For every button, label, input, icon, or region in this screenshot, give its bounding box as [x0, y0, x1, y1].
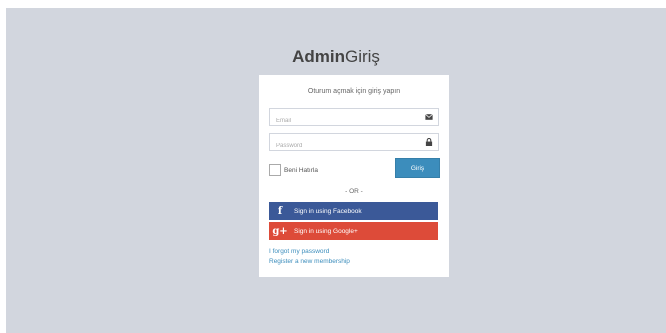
logo-bold: Admin — [292, 47, 345, 66]
login-box: Oturum açmak için giriş yapın Beni Hatır… — [259, 75, 449, 277]
remember-me[interactable]: Beni Hatırla — [269, 164, 318, 176]
google-plus-icon: g+ — [272, 225, 288, 237]
login-page: AdminGiriş Oturum açmak için giriş yapın… — [6, 8, 666, 333]
email-input[interactable] — [270, 113, 416, 129]
facebook-icon: f — [277, 205, 283, 217]
login-button[interactable]: Giriş — [395, 158, 440, 178]
logo-light: Giriş — [344, 47, 380, 66]
google-signin-label: Sign in using Google+ — [294, 227, 358, 235]
remember-checkbox[interactable] — [269, 164, 281, 176]
envelope-icon — [425, 113, 433, 120]
forgot-password-link[interactable]: I forgot my password — [269, 248, 329, 255]
login-logo[interactable]: AdminGiriş — [6, 47, 666, 67]
facebook-signin-button[interactable]: f Sign in using Facebook — [269, 202, 438, 220]
lock-icon — [425, 138, 433, 146]
or-divider: - OR - — [345, 188, 363, 195]
remember-label: Beni Hatırla — [284, 166, 318, 174]
password-input[interactable] — [270, 138, 416, 154]
login-box-message: Oturum açmak için giriş yapın — [307, 88, 401, 95]
register-link[interactable]: Register a new membership — [269, 258, 350, 265]
facebook-signin-label: Sign in using Facebook — [294, 207, 362, 215]
email-field[interactable] — [269, 108, 439, 129]
password-field[interactable] — [269, 133, 439, 154]
google-signin-button[interactable]: g+ Sign in using Google+ — [269, 222, 438, 240]
